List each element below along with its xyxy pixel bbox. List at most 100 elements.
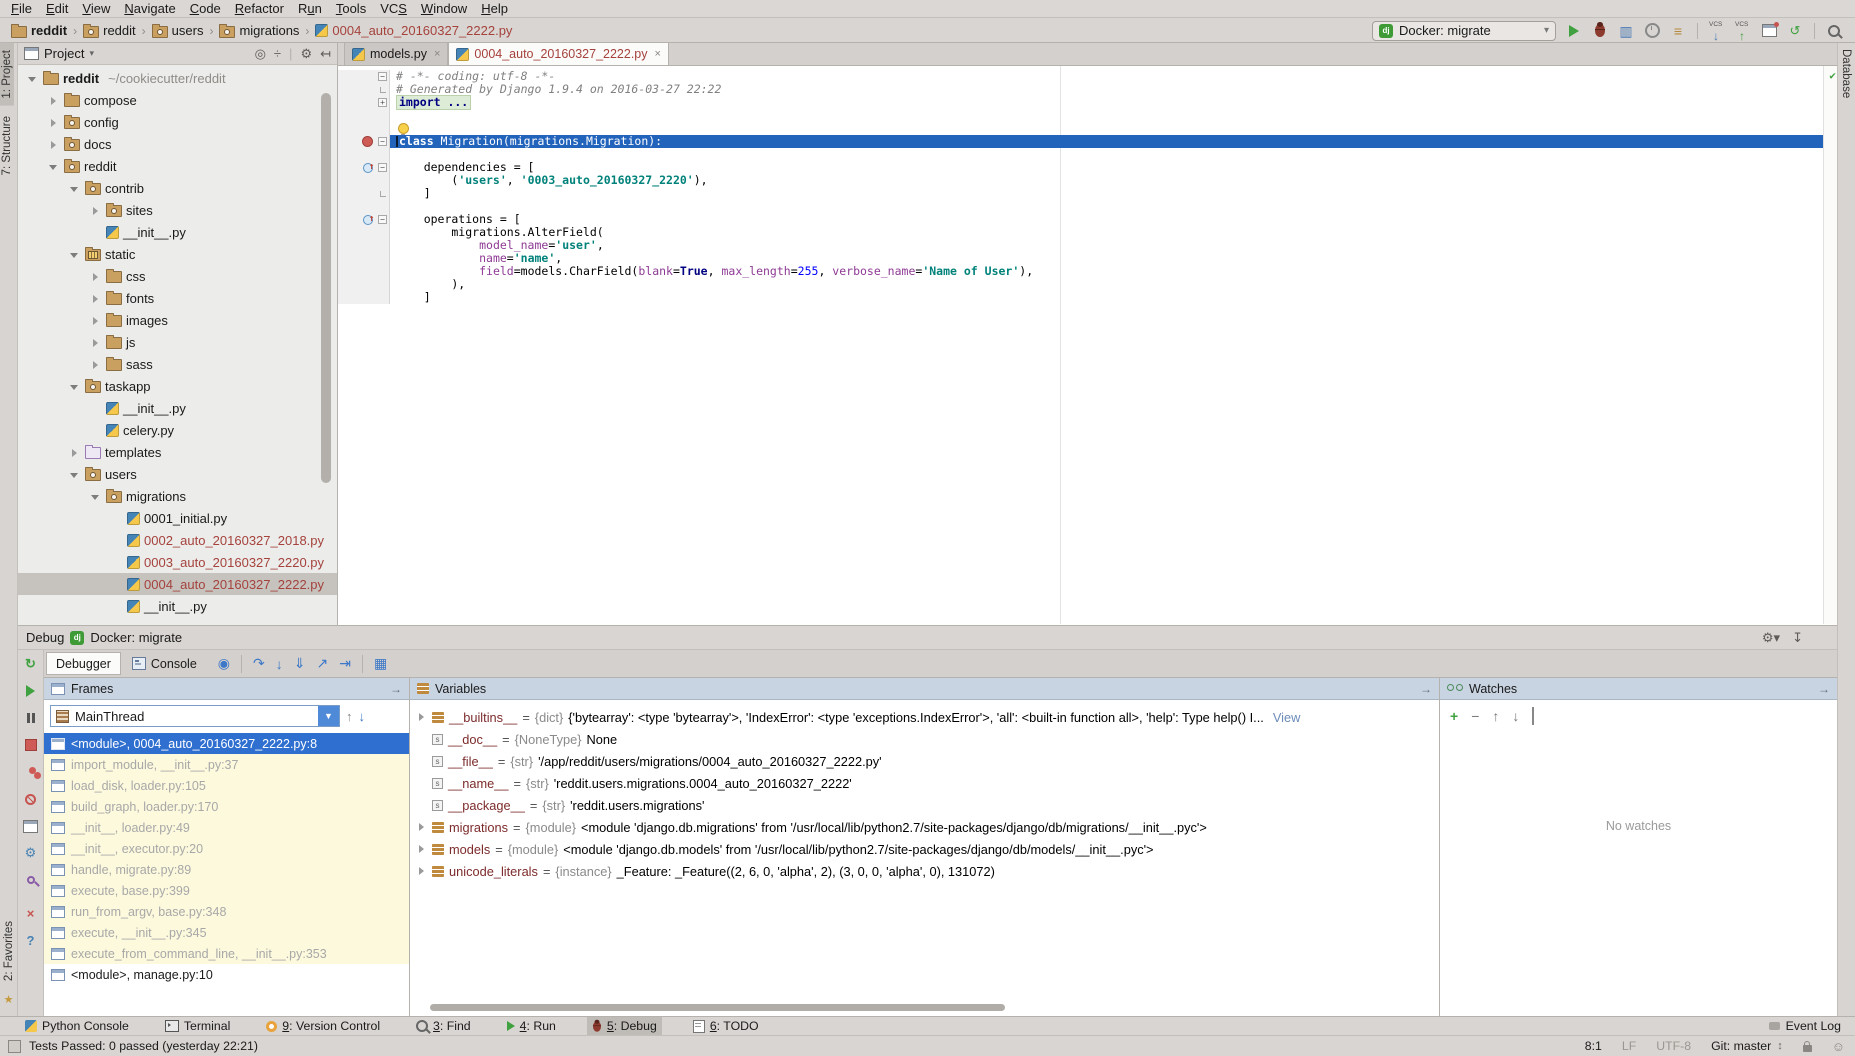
tree-item[interactable]: compose <box>18 89 337 111</box>
variable-row[interactable]: __package__ = {str} 'reddit.users.migrat… <box>410 794 1439 816</box>
locate-file-icon[interactable]: ◎ <box>255 46 266 62</box>
pin-icon[interactable] <box>23 872 39 888</box>
variable-row[interactable]: models = {module} <module 'django.db.mod… <box>410 838 1439 860</box>
menu-tools[interactable]: Tools <box>329 1 373 16</box>
sidebar-tab-7-structure[interactable]: 7: Structure <box>0 109 14 182</box>
view-breakpoints-icon[interactable] <box>23 764 39 780</box>
tree-item[interactable]: migrations <box>18 485 337 507</box>
variable-row[interactable]: __builtins__ = {dict} {'bytearray': <typ… <box>410 706 1439 728</box>
vcs-update-icon[interactable]: VCS↓ <box>1708 22 1726 40</box>
fold-marker-icon[interactable]: + <box>378 98 387 107</box>
close-icon[interactable]: × <box>434 48 440 60</box>
breadcrumb-item[interactable]: migrations <box>216 22 302 39</box>
chevron-right-icon[interactable] <box>47 94 60 107</box>
tree-item[interactable]: users <box>18 463 337 485</box>
variable-row[interactable]: __doc__ = {NoneType} None <box>410 728 1439 750</box>
chevron-down-icon[interactable] <box>47 160 60 173</box>
rollback-icon[interactable]: ↺ <box>1786 22 1804 40</box>
run-with-coverage-icon[interactable]: ≡ <box>1669 22 1687 40</box>
hide-panel-icon[interactable]: → <box>390 682 402 696</box>
pause-icon[interactable] <box>23 710 39 726</box>
git-branch[interactable]: Git: master <box>1711 1039 1771 1053</box>
toolwindow-button-terminal[interactable]: Terminal <box>160 1017 235 1036</box>
caret-position[interactable]: 8:1 <box>1585 1039 1602 1053</box>
tree-item[interactable]: __init__.py <box>18 397 337 419</box>
stack-frame[interactable]: build_graph, loader.py:170 <box>44 796 409 817</box>
chevron-down-icon[interactable] <box>68 380 81 393</box>
stop-icon[interactable] <box>23 737 39 753</box>
toolwindow-button-debug[interactable]: 5: Debug <box>587 1017 662 1036</box>
code-line[interactable] <box>338 109 1837 122</box>
tab-console[interactable]: Console <box>123 653 206 674</box>
intention-bulb-icon[interactable] <box>398 123 409 134</box>
chevron-down-icon[interactable] <box>68 468 81 481</box>
editor-tab[interactable]: 0004_auto_20160327_2222.py× <box>448 42 669 65</box>
fold-marker-icon[interactable]: − <box>378 163 387 172</box>
menu-vcs[interactable]: VCS <box>373 1 414 16</box>
tree-item[interactable]: templates <box>18 441 337 463</box>
settings-icon[interactable]: ⚙ <box>23 845 39 861</box>
coverage-icon[interactable]: ▥ <box>1617 22 1635 40</box>
horizontal-scrollbar[interactable] <box>430 1004 1005 1011</box>
stack-frame[interactable]: execute, base.py:399 <box>44 880 409 901</box>
tree-item[interactable]: reddit <box>18 155 337 177</box>
stack-frame[interactable]: execute_from_command_line, __init__.py:3… <box>44 943 409 964</box>
stack-frame[interactable]: <module>, 0004_auto_20160327_2222.py:8 <box>44 733 409 754</box>
variable-row[interactable]: __file__ = {str} '/app/reddit/users/migr… <box>410 750 1439 772</box>
chevron-right-icon[interactable] <box>416 844 427 855</box>
chevron-right-icon[interactable] <box>89 336 102 349</box>
fold-marker-icon[interactable]: − <box>378 137 387 146</box>
stack-frame[interactable]: import_module, __init__.py:37 <box>44 754 409 775</box>
fold-marker-icon[interactable]: − <box>378 72 387 81</box>
tree-item[interactable]: __init__.py <box>18 595 337 617</box>
variable-row[interactable]: __name__ = {str} 'reddit.users.migration… <box>410 772 1439 794</box>
move-up-icon[interactable]: ↑ <box>1492 708 1499 724</box>
tree-item[interactable]: sites <box>18 199 337 221</box>
tree-item[interactable]: 0003_auto_20160327_2220.py <box>18 551 337 573</box>
vcs-commit-icon[interactable]: VCS↑ <box>1734 22 1752 40</box>
thread-select[interactable]: MainThread ▼ <box>50 705 340 727</box>
mute-breakpoints-icon[interactable] <box>23 791 39 807</box>
tree-item[interactable]: static <box>18 243 337 265</box>
sidebar-tab-2-favorites[interactable]: 2: Favorites <box>2 914 16 988</box>
lock-icon[interactable] <box>1803 1045 1812 1052</box>
menu-navigate[interactable]: Navigate <box>117 1 182 16</box>
chevron-right-icon[interactable] <box>89 270 102 283</box>
project-scrollbar[interactable] <box>321 93 331 483</box>
chevron-right-icon[interactable] <box>68 446 81 459</box>
hide-toolwindow-icon[interactable]: ↧ <box>1792 630 1803 646</box>
previous-frame-icon[interactable]: ↑ <box>346 709 353 724</box>
editor[interactable]: −# -*- coding: utf-8 -*-# Generated by D… <box>338 66 1837 624</box>
code-line[interactable]: model_name='user', <box>338 239 1837 252</box>
file-encoding[interactable]: UTF-8 <box>1656 1039 1691 1053</box>
tree-item[interactable]: docs <box>18 133 337 155</box>
debug-icon[interactable] <box>1591 22 1609 40</box>
code-line[interactable]: # Generated by Django 1.9.4 on 2016-03-2… <box>338 83 1837 96</box>
rerun-icon[interactable]: ↻ <box>23 656 39 672</box>
editor-tab[interactable]: models.py× <box>344 42 448 65</box>
toolwindow-button-version-control[interactable]: 9: Version Control <box>261 1017 385 1036</box>
fold-marker-icon[interactable] <box>380 87 386 93</box>
step-out-icon[interactable]: ↗ <box>316 655 328 672</box>
gear-icon[interactable]: ⚙ <box>300 46 312 62</box>
close-icon[interactable]: × <box>23 905 39 921</box>
tree-item[interactable]: config <box>18 111 337 133</box>
menu-run[interactable]: Run <box>291 1 329 16</box>
chevron-right-icon[interactable] <box>416 866 427 877</box>
copy-icon[interactable] <box>1532 708 1534 724</box>
stack-frame[interactable]: __init__, loader.py:49 <box>44 817 409 838</box>
stack-frame[interactable]: <module>, manage.py:10 <box>44 964 409 985</box>
variable-row[interactable]: unicode_literals = {instance} _Feature: … <box>410 860 1439 882</box>
chevron-right-icon[interactable] <box>47 116 60 129</box>
tree-item[interactable]: celery.py <box>18 419 337 441</box>
tree-item[interactable]: taskapp <box>18 375 337 397</box>
resume-icon[interactable] <box>23 683 39 699</box>
code-line[interactable]: ] <box>338 187 1837 200</box>
code-line[interactable]: −class Migration(migrations.Migration): <box>338 135 1837 148</box>
add-watch-icon[interactable]: + <box>1450 708 1458 724</box>
run-icon[interactable] <box>1565 22 1583 40</box>
restore-layout-icon[interactable] <box>23 818 39 834</box>
hide-panel-icon[interactable]: → <box>1420 682 1432 696</box>
chevron-right-icon[interactable] <box>89 314 102 327</box>
breadcrumb-item[interactable]: users <box>149 22 207 39</box>
